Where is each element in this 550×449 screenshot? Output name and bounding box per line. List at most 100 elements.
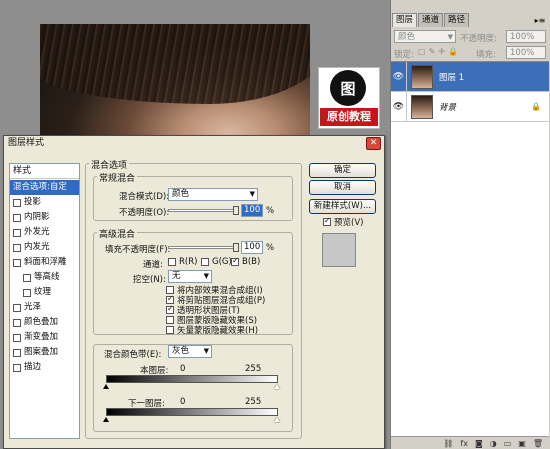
style-item[interactable]: 颜色叠加 — [10, 315, 79, 330]
layer-row-1[interactable]: 👁 图层 1 — [391, 61, 549, 92]
advanced-checkbox-label: 矢量蒙版隐藏效果(H) — [177, 326, 259, 336]
eye-icon[interactable]: 👁 — [391, 91, 407, 122]
style-item[interactable]: 内发光 — [10, 240, 79, 255]
style-preview-swatch — [322, 233, 356, 267]
style-checkbox[interactable] — [13, 213, 21, 222]
style-checkbox[interactable] — [23, 273, 31, 282]
new-style-button[interactable]: 新建样式(W)... — [309, 199, 376, 214]
opacity-input[interactable]: 100 — [241, 204, 263, 217]
underlying-white-slider-handle[interactable] — [274, 417, 280, 422]
lock-icon: 🔒 — [531, 102, 541, 111]
lock-paint-icon[interactable]: ✎ — [429, 47, 436, 56]
style-item[interactable]: 混合选项:自定 — [10, 180, 79, 195]
style-item-label: 投影 — [24, 197, 42, 207]
style-item[interactable]: 外发光 — [10, 225, 79, 240]
style-checkbox[interactable] — [13, 303, 21, 312]
style-item-label: 内发光 — [24, 242, 50, 252]
tab-channels[interactable]: 通道 — [418, 13, 444, 27]
style-checkbox[interactable] — [13, 258, 21, 267]
style-item-label: 混合选项:自定 — [13, 182, 67, 192]
underlying-gradient-bar — [106, 408, 278, 416]
style-checkbox[interactable] — [13, 348, 21, 357]
add-mask-icon[interactable]: ◙ — [475, 439, 483, 448]
style-item[interactable]: 渐变叠加 — [10, 330, 79, 345]
lock-icons: ▢ ✎ ✛ 🔒 — [418, 47, 458, 56]
style-item-label: 描边 — [24, 362, 42, 372]
this-layer-min-value: 0 — [180, 364, 186, 374]
advanced-checkbox[interactable]: 矢量蒙版隐藏效果(H) — [163, 324, 258, 336]
style-item[interactable]: 内阴影 — [10, 210, 79, 225]
opacity-slider[interactable] — [168, 206, 239, 215]
layer-opacity-field[interactable]: 100% — [506, 30, 546, 43]
style-checkbox[interactable] — [13, 228, 21, 237]
style-item[interactable]: 斜面和浮雕 — [10, 255, 79, 270]
dialog-title: 图层样式 — [4, 136, 384, 151]
this-layer-black-slider-handle[interactable] — [103, 384, 109, 389]
preview-checkbox[interactable]: 预览(V) — [320, 216, 363, 228]
channel-r-checkbox[interactable]: R(R) — [165, 257, 197, 267]
lock-all-icon[interactable]: 🔒 — [448, 47, 458, 56]
underlying-max-value: 255 — [245, 397, 262, 407]
logo-text: 原创教程 — [320, 108, 378, 126]
lock-move-icon[interactable]: ✛ — [438, 47, 445, 56]
blend-if-label: 混合颜色带(E): — [104, 350, 162, 360]
channel-b-checkbox[interactable]: B(B) — [228, 256, 260, 267]
layers-panel-toolbar: ⛓ fx ◙ ◑ ▭ ▣ 🗑 — [391, 436, 549, 449]
fill-opacity-slider-handle[interactable] — [233, 243, 239, 252]
layer-row-background[interactable]: 👁 背景 🔒 — [391, 91, 549, 122]
fx-icon[interactable]: fx — [460, 439, 468, 448]
style-item-label: 斜面和浮雕 — [24, 257, 67, 267]
knockout-select[interactable]: 无 ▼ — [168, 270, 212, 283]
layer-thumbnail — [411, 64, 433, 89]
layer-opacity-label: 不透明度: — [460, 34, 497, 44]
eye-icon[interactable]: 👁 — [391, 61, 407, 92]
new-group-icon[interactable]: ▭ — [504, 439, 512, 448]
style-item-label: 渐变叠加 — [24, 332, 59, 342]
style-checkbox[interactable] — [23, 288, 31, 297]
new-layer-icon[interactable]: ▣ — [518, 439, 526, 448]
fill-opacity-input[interactable]: 100 — [241, 241, 263, 254]
style-checkbox[interactable] — [13, 243, 21, 252]
knockout-label: 挖空(N): — [133, 275, 166, 285]
blend-if-select[interactable]: 灰色 ▼ — [168, 345, 212, 358]
style-item[interactable]: 投影 — [10, 195, 79, 210]
underlying-black-slider-handle[interactable] — [103, 417, 109, 422]
fill-opacity-slider[interactable] — [168, 243, 239, 252]
panel-menu-icon[interactable]: ▸≡ — [534, 15, 546, 26]
style-checkbox[interactable] — [13, 363, 21, 372]
link-layers-icon[interactable]: ⛓ — [443, 439, 453, 448]
styles-header[interactable]: 样式 — [10, 164, 79, 179]
style-item[interactable]: 图案叠加 — [10, 345, 79, 360]
blend-options-title: 混合选项 — [89, 158, 130, 171]
delete-layer-icon[interactable]: 🗑 — [533, 439, 543, 448]
lock-transparent-icon[interactable]: ▢ — [418, 47, 426, 56]
layer-name: 图层 1 — [439, 72, 465, 83]
opacity-slider-handle[interactable] — [233, 206, 239, 215]
close-icon[interactable]: ✕ — [366, 137, 381, 150]
layer-fill-field[interactable]: 100% — [506, 46, 546, 59]
style-item-label: 图案叠加 — [24, 347, 59, 357]
ok-button[interactable]: 确定 — [309, 163, 376, 178]
logo-seal-icon: 图 — [330, 70, 366, 106]
tab-layers[interactable]: 图层 — [392, 13, 418, 27]
opacity-percent: % — [266, 206, 275, 216]
style-checkbox[interactable] — [13, 198, 21, 207]
style-item[interactable]: 纹理 — [10, 285, 79, 300]
photo-image — [40, 24, 310, 139]
panel-tabs: 图层 通道 路径 — [392, 13, 470, 27]
channel-g-checkbox[interactable]: G(G) — [198, 257, 232, 267]
style-checkbox[interactable] — [13, 318, 21, 327]
style-item[interactable]: 光泽 — [10, 300, 79, 315]
style-checkbox[interactable] — [13, 333, 21, 342]
adjustment-layer-icon[interactable]: ◑ — [490, 439, 497, 448]
style-list: 样式 混合选项:自定投影内阴影 外发光内发光斜面和浮雕等高线 纹理 光泽颜色叠加渐变叠… — [9, 163, 80, 439]
blend-mode-select[interactable]: 颜色 ▼ — [168, 188, 258, 201]
cancel-button[interactable]: 取消 — [309, 180, 376, 195]
this-layer-white-slider-handle[interactable] — [274, 384, 280, 389]
style-item[interactable]: 描边 — [10, 360, 79, 375]
style-item-label: 颜色叠加 — [24, 317, 59, 327]
tab-paths[interactable]: 路径 — [444, 13, 470, 27]
layer-name: 背景 — [439, 102, 457, 113]
style-item[interactable]: 等高线 — [10, 270, 79, 285]
layer-blend-mode-select[interactable]: 颜色 ▼ — [394, 30, 456, 43]
